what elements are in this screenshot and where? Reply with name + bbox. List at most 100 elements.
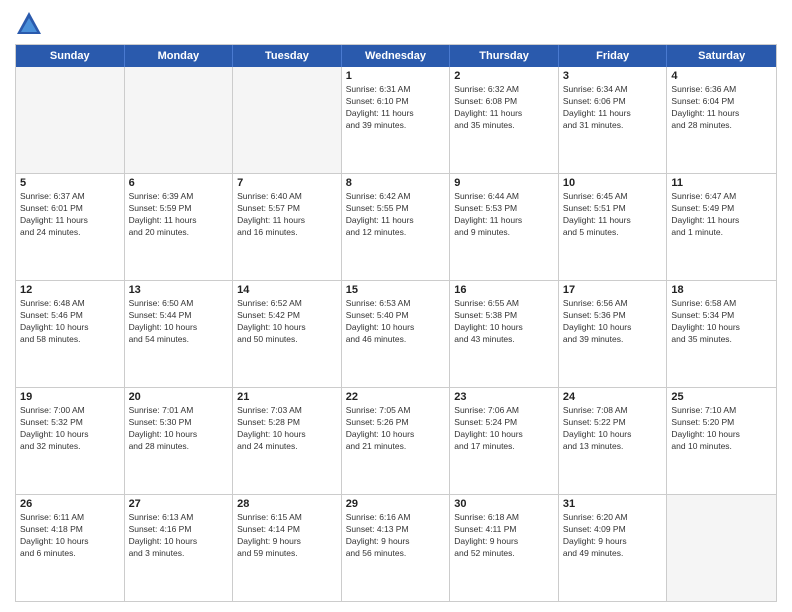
day-number: 7 xyxy=(237,177,337,189)
calendar-cell: 7 Sunrise: 6:40 AM Sunset: 5:57 PM Daylig… xyxy=(233,174,342,280)
calendar-header: SundayMondayTuesdayWednesdayThursdayFrid… xyxy=(16,45,776,67)
calendar-cell: 18Sunrise: 6:58 AM Sunset: 5:34 PM Dayli… xyxy=(667,281,776,387)
logo-icon xyxy=(15,10,43,38)
calendar-cell: 20 Sunrise: 7:01 AM Sunset: 5:30 PM Dayli… xyxy=(125,388,234,494)
day-number: 26 xyxy=(20,498,120,510)
day-number: 18 xyxy=(671,284,772,296)
day-number: 11 xyxy=(671,177,772,189)
day-number: 9 xyxy=(454,177,554,189)
header-day-tuesday: Tuesday xyxy=(233,45,342,67)
calendar-cell: 16 Sunrise: 6:55 AM Sunset: 5:38 PM Dayli… xyxy=(450,281,559,387)
calendar-cell: 3 Sunrise: 6:34 AM Sunset: 6:06 PM Daylig… xyxy=(559,67,668,173)
day-number: 4 xyxy=(671,70,772,82)
calendar-cell: 31 Sunrise: 6:20 AM Sunset: 4:09 PM Dayli… xyxy=(559,495,668,601)
calendar-cell: 28 Sunrise: 6:15 AM Sunset: 4:14 PM Dayli… xyxy=(233,495,342,601)
day-info: Sunrise: 6:52 AM Sunset: 5:42 PM Dayligh… xyxy=(237,298,337,346)
calendar-cell: 29 Sunrise: 6:16 AM Sunset: 4:13 PM Dayli… xyxy=(342,495,451,601)
day-number: 14 xyxy=(237,284,337,296)
calendar-cell: 27 Sunrise: 6:13 AM Sunset: 4:16 PM Dayli… xyxy=(125,495,234,601)
day-info: Sunrise: 6:56 AM Sunset: 5:36 PM Dayligh… xyxy=(563,298,663,346)
day-info: Sunrise: 6:15 AM Sunset: 4:14 PM Dayligh… xyxy=(237,512,337,560)
day-number: 23 xyxy=(454,391,554,403)
day-number: 25 xyxy=(671,391,772,403)
day-number: 30 xyxy=(454,498,554,510)
day-info: Sunrise: 7:03 AM Sunset: 5:28 PM Dayligh… xyxy=(237,405,337,453)
calendar-cell: 24Sunrise: 7:08 AM Sunset: 5:22 PM Dayli… xyxy=(559,388,668,494)
day-number: 28 xyxy=(237,498,337,510)
day-info: Sunrise: 7:10 AM Sunset: 5:20 PM Dayligh… xyxy=(671,405,772,453)
header-day-thursday: Thursday xyxy=(450,45,559,67)
day-number: 29 xyxy=(346,498,446,510)
calendar-row-5: 26 Sunrise: 6:11 AM Sunset: 4:18 PM Dayli… xyxy=(16,495,776,601)
calendar-cell: 6 Sunrise: 6:39 AM Sunset: 5:59 PM Daylig… xyxy=(125,174,234,280)
day-number: 12 xyxy=(20,284,120,296)
day-info: Sunrise: 7:01 AM Sunset: 5:30 PM Dayligh… xyxy=(129,405,229,453)
calendar-cell: 21 Sunrise: 7:03 AM Sunset: 5:28 PM Dayli… xyxy=(233,388,342,494)
day-info: Sunrise: 6:42 AM Sunset: 5:55 PM Dayligh… xyxy=(346,191,446,239)
day-info: Sunrise: 6:44 AM Sunset: 5:53 PM Dayligh… xyxy=(454,191,554,239)
day-info: Sunrise: 6:37 AM Sunset: 6:01 PM Dayligh… xyxy=(20,191,120,239)
calendar-cell: 25 Sunrise: 7:10 AM Sunset: 5:20 PM Dayli… xyxy=(667,388,776,494)
calendar: SundayMondayTuesdayWednesdayThursdayFrid… xyxy=(15,44,777,602)
calendar-cell: 30 Sunrise: 6:18 AM Sunset: 4:11 PM Dayli… xyxy=(450,495,559,601)
calendar-cell: 1 Sunrise: 6:31 AM Sunset: 6:10 PM Daylig… xyxy=(342,67,451,173)
day-info: Sunrise: 6:11 AM Sunset: 4:18 PM Dayligh… xyxy=(20,512,120,560)
day-info: Sunrise: 6:48 AM Sunset: 5:46 PM Dayligh… xyxy=(20,298,120,346)
calendar-cell xyxy=(16,67,125,173)
day-info: Sunrise: 6:20 AM Sunset: 4:09 PM Dayligh… xyxy=(563,512,663,560)
calendar-cell: 4Sunrise: 6:36 AM Sunset: 6:04 PM Daylig… xyxy=(667,67,776,173)
header-day-wednesday: Wednesday xyxy=(342,45,451,67)
logo xyxy=(15,10,47,38)
day-info: Sunrise: 6:39 AM Sunset: 5:59 PM Dayligh… xyxy=(129,191,229,239)
day-info: Sunrise: 7:08 AM Sunset: 5:22 PM Dayligh… xyxy=(563,405,663,453)
day-info: Sunrise: 6:18 AM Sunset: 4:11 PM Dayligh… xyxy=(454,512,554,560)
day-number: 20 xyxy=(129,391,229,403)
calendar-cell xyxy=(233,67,342,173)
day-number: 8 xyxy=(346,177,446,189)
day-number: 3 xyxy=(563,70,663,82)
calendar-cell: 2Sunrise: 6:32 AM Sunset: 6:08 PM Daylig… xyxy=(450,67,559,173)
day-info: Sunrise: 7:06 AM Sunset: 5:24 PM Dayligh… xyxy=(454,405,554,453)
page: SundayMondayTuesdayWednesdayThursdayFrid… xyxy=(0,0,792,612)
calendar-row-2: 5Sunrise: 6:37 AM Sunset: 6:01 PM Daylig… xyxy=(16,174,776,281)
header-day-friday: Friday xyxy=(559,45,668,67)
calendar-row-1: 1 Sunrise: 6:31 AM Sunset: 6:10 PM Daylig… xyxy=(16,67,776,174)
day-info: Sunrise: 6:55 AM Sunset: 5:38 PM Dayligh… xyxy=(454,298,554,346)
day-number: 1 xyxy=(346,70,446,82)
calendar-cell xyxy=(667,495,776,601)
header-day-monday: Monday xyxy=(125,45,234,67)
day-number: 2 xyxy=(454,70,554,82)
day-number: 16 xyxy=(454,284,554,296)
day-number: 31 xyxy=(563,498,663,510)
calendar-cell: 23 Sunrise: 7:06 AM Sunset: 5:24 PM Dayli… xyxy=(450,388,559,494)
day-info: Sunrise: 6:31 AM Sunset: 6:10 PM Dayligh… xyxy=(346,84,446,132)
day-info: Sunrise: 6:34 AM Sunset: 6:06 PM Dayligh… xyxy=(563,84,663,132)
day-number: 6 xyxy=(129,177,229,189)
day-number: 27 xyxy=(129,498,229,510)
calendar-cell: 14 Sunrise: 6:52 AM Sunset: 5:42 PM Dayli… xyxy=(233,281,342,387)
calendar-cell: 10Sunrise: 6:45 AM Sunset: 5:51 PM Dayli… xyxy=(559,174,668,280)
day-info: Sunrise: 6:13 AM Sunset: 4:16 PM Dayligh… xyxy=(129,512,229,560)
day-number: 13 xyxy=(129,284,229,296)
calendar-cell xyxy=(125,67,234,173)
day-info: Sunrise: 6:45 AM Sunset: 5:51 PM Dayligh… xyxy=(563,191,663,239)
calendar-cell: 5Sunrise: 6:37 AM Sunset: 6:01 PM Daylig… xyxy=(16,174,125,280)
calendar-row-4: 19Sunrise: 7:00 AM Sunset: 5:32 PM Dayli… xyxy=(16,388,776,495)
calendar-cell: 22 Sunrise: 7:05 AM Sunset: 5:26 PM Dayli… xyxy=(342,388,451,494)
day-info: Sunrise: 6:16 AM Sunset: 4:13 PM Dayligh… xyxy=(346,512,446,560)
day-number: 22 xyxy=(346,391,446,403)
day-info: Sunrise: 6:40 AM Sunset: 5:57 PM Dayligh… xyxy=(237,191,337,239)
day-info: Sunrise: 7:05 AM Sunset: 5:26 PM Dayligh… xyxy=(346,405,446,453)
header-day-sunday: Sunday xyxy=(16,45,125,67)
day-number: 21 xyxy=(237,391,337,403)
calendar-cell: 13Sunrise: 6:50 AM Sunset: 5:44 PM Dayli… xyxy=(125,281,234,387)
calendar-cell: 11 Sunrise: 6:47 AM Sunset: 5:49 PM Dayli… xyxy=(667,174,776,280)
calendar-cell: 8 Sunrise: 6:42 AM Sunset: 5:55 PM Daylig… xyxy=(342,174,451,280)
day-info: Sunrise: 6:53 AM Sunset: 5:40 PM Dayligh… xyxy=(346,298,446,346)
calendar-cell: 19Sunrise: 7:00 AM Sunset: 5:32 PM Dayli… xyxy=(16,388,125,494)
header-day-saturday: Saturday xyxy=(667,45,776,67)
day-info: Sunrise: 6:47 AM Sunset: 5:49 PM Dayligh… xyxy=(671,191,772,239)
calendar-cell: 12 Sunrise: 6:48 AM Sunset: 5:46 PM Dayli… xyxy=(16,281,125,387)
calendar-cell: 9 Sunrise: 6:44 AM Sunset: 5:53 PM Daylig… xyxy=(450,174,559,280)
calendar-body: 1 Sunrise: 6:31 AM Sunset: 6:10 PM Daylig… xyxy=(16,67,776,601)
